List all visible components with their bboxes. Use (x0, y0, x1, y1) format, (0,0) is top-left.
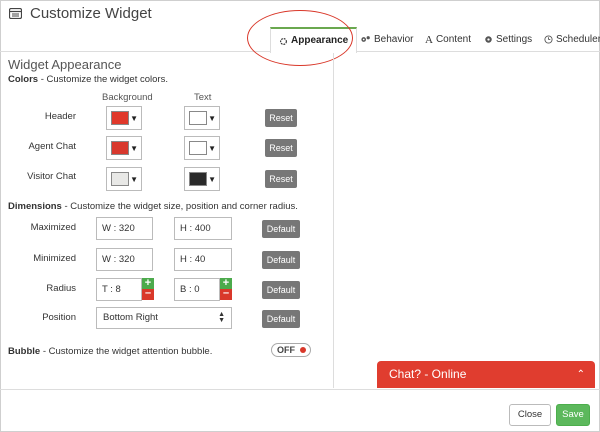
radius-default-button[interactable]: Default (262, 281, 300, 299)
caret-down-icon: ▼ (208, 144, 216, 153)
dimensions-heading: Dimensions (8, 201, 62, 212)
tab-behavior[interactable]: Behavior (360, 27, 413, 52)
color-swatch (189, 172, 207, 186)
minimized-default-button[interactable]: Default (262, 251, 300, 269)
radius-top-input[interactable]: T : 8 (96, 278, 142, 301)
section-title: Widget Appearance (8, 57, 122, 72)
dimensions-description: - Customize the widget size, position an… (61, 201, 298, 212)
bubble-description: - Customize the widget attention bubble. (40, 346, 213, 357)
colors-heading: Colors (8, 74, 39, 85)
tab-label: Settings (496, 33, 533, 45)
gears-icon (361, 36, 370, 42)
font-icon: A (425, 33, 433, 46)
visitor-chat-text-color-picker[interactable]: ▼ (184, 167, 220, 191)
chat-widget-preview-bar[interactable]: Chat? - Online ⌃ (377, 361, 595, 388)
header-reset-button[interactable]: Reset (265, 109, 297, 127)
bubble-subhead: Bubble - Customize the widget attention … (8, 346, 212, 357)
agent-chat-text-color-picker[interactable]: ▼ (184, 136, 220, 160)
maximized-height-input[interactable]: H : 400 (174, 217, 232, 240)
position-label: Position (42, 312, 76, 323)
chevron-up-icon[interactable]: ⌃ (577, 361, 585, 388)
minimized-width-input[interactable]: W : 320 (96, 248, 153, 271)
color-swatch (111, 172, 129, 186)
tab-settings[interactable]: Settings (484, 27, 532, 52)
color-swatch (111, 141, 129, 155)
caret-down-icon: ▼ (130, 114, 138, 123)
maximized-label: Maximized (30, 222, 76, 233)
colors-description: - Customize the widget colors. (38, 74, 168, 85)
sort-arrows-icon: ▲ ▼ (218, 311, 225, 324)
minus-icon[interactable]: – (220, 288, 232, 300)
colors-subhead: Colors - Customize the widget colors. (8, 74, 168, 85)
clock-icon (544, 35, 553, 44)
color-swatch (111, 111, 129, 125)
maximized-width-input[interactable]: W : 320 (96, 217, 153, 240)
tab-label: Scheduler (556, 33, 600, 45)
visitor-chat-bg-color-picker[interactable]: ▼ (106, 167, 142, 191)
save-button[interactable]: Save (556, 404, 590, 426)
toggle-indicator (300, 347, 306, 353)
toggle-label: OFF (277, 345, 295, 355)
header-text-color-picker[interactable]: ▼ (184, 106, 220, 130)
header-color-label: Header (44, 111, 76, 122)
caret-down-icon: ▼ (208, 175, 216, 184)
tab-label: Content (435, 33, 471, 45)
minimized-height-input[interactable]: H : 40 (174, 248, 232, 271)
radius-bottom-stepper[interactable]: + – (220, 278, 232, 300)
dimensions-subhead: Dimensions - Customize the widget size, … (8, 201, 298, 212)
radius-top-stepper[interactable]: + – (142, 278, 154, 300)
window-icon (9, 8, 22, 19)
caret-down-icon: ▼ (208, 114, 216, 123)
tab-label: Behavior (374, 33, 414, 45)
radius-label: Radius (46, 283, 76, 294)
maximized-default-button[interactable]: Default (262, 220, 300, 238)
visitor-chat-color-label: Visitor Chat (27, 171, 76, 182)
gear-icon (485, 36, 492, 43)
position-default-button[interactable]: Default (262, 310, 300, 328)
caret-down-icon: ▼ (130, 144, 138, 153)
agent-chat-bg-color-picker[interactable]: ▼ (106, 136, 142, 160)
chat-bar-text: Chat? - Online (389, 367, 467, 381)
position-select-value: Bottom Right (103, 312, 158, 323)
window-title: Customize Widget (30, 5, 152, 22)
color-swatch (189, 111, 207, 125)
bubble-heading: Bubble (8, 346, 41, 357)
header-bg-color-picker[interactable]: ▼ (106, 106, 142, 130)
tab-content[interactable]: A Content (425, 27, 471, 52)
visitor-chat-reset-button[interactable]: Reset (265, 170, 297, 188)
position-select[interactable]: Bottom Right ▲ ▼ (96, 307, 232, 329)
agent-chat-color-label: Agent Chat (28, 141, 76, 152)
close-button[interactable]: Close (509, 404, 551, 426)
minimized-label: Minimized (33, 253, 76, 264)
caret-down-icon: ▼ (130, 175, 138, 184)
minus-icon[interactable]: – (142, 288, 154, 300)
radius-bottom-input[interactable]: B : 0 (174, 278, 220, 301)
text-column-header: Text (194, 92, 212, 103)
color-swatch (189, 141, 207, 155)
agent-chat-reset-button[interactable]: Reset (265, 139, 297, 157)
background-column-header: Background (102, 92, 153, 103)
tab-scheduler[interactable]: Scheduler (544, 27, 600, 52)
bubble-toggle[interactable]: OFF (271, 343, 311, 357)
